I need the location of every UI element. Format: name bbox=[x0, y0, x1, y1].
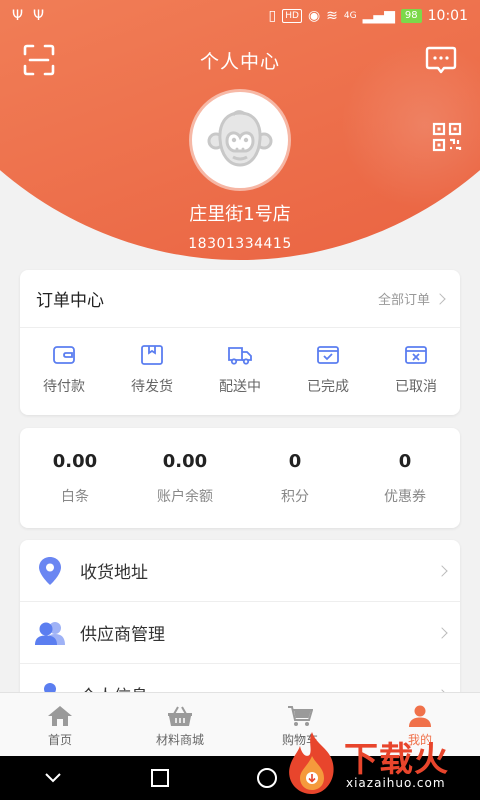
tab-label: 首页 bbox=[47, 733, 72, 747]
chevron-right-icon bbox=[434, 292, 446, 305]
location-pin-icon bbox=[34, 555, 66, 587]
asset-value: 0.00 bbox=[52, 450, 98, 472]
basket-icon bbox=[168, 706, 192, 726]
shop-name: 庄里街1号店 bbox=[189, 204, 291, 225]
order-item-label: 已取消 bbox=[395, 379, 437, 395]
usb-icon: Ψ bbox=[12, 8, 24, 24]
tab-materials-mall[interactable]: 材料商城 bbox=[120, 693, 240, 756]
asset-balance[interactable]: 0.00 账户余额 bbox=[135, 451, 235, 506]
home-circle-icon[interactable] bbox=[247, 758, 287, 798]
assets-card: 0.00 白条 0.00 账户余额 0 积分 0 优惠券 bbox=[20, 428, 460, 528]
order-completed[interactable]: 已完成 bbox=[288, 344, 368, 396]
all-orders-link[interactable]: 全部订单 bbox=[377, 289, 446, 308]
asset-value: 0 bbox=[288, 450, 302, 472]
profile-section: 庄里街1号店 18301334415 bbox=[0, 92, 480, 252]
order-pending-shipment[interactable]: 待发货 bbox=[112, 344, 192, 396]
message-icon[interactable] bbox=[424, 43, 458, 77]
tab-home[interactable]: 首页 bbox=[0, 693, 120, 756]
top-nav: 个人中心 bbox=[0, 40, 480, 80]
status-bar: Ψ Ψ ▯ HD ◉ ≋ 4G ▂▄▆ 98 10:01 bbox=[0, 0, 480, 32]
avatar[interactable] bbox=[192, 92, 288, 188]
asset-value: 0 bbox=[398, 450, 412, 472]
asset-points[interactable]: 0 积分 bbox=[245, 451, 345, 506]
order-pending-payment[interactable]: 待付款 bbox=[24, 344, 104, 396]
recents-icon[interactable] bbox=[140, 758, 180, 798]
asset-label: 白条 bbox=[61, 488, 89, 505]
all-orders-label: 全部订单 bbox=[377, 293, 430, 308]
menu-item-label: 收货地址 bbox=[80, 563, 148, 583]
wallet-icon bbox=[53, 346, 75, 364]
cancelled-icon bbox=[405, 346, 427, 364]
asset-iou[interactable]: 0.00 白条 bbox=[25, 451, 125, 506]
asset-value: 0.00 bbox=[162, 450, 208, 472]
asset-coupons[interactable]: 0 优惠券 bbox=[355, 451, 455, 506]
completed-icon bbox=[317, 346, 339, 364]
monkey-avatar-icon bbox=[207, 110, 273, 167]
order-center-header: 订单中心 全部订单 bbox=[20, 270, 460, 328]
order-item-label: 待发货 bbox=[131, 379, 173, 395]
watermark-title: 下载火 bbox=[344, 740, 449, 780]
scan-icon[interactable] bbox=[22, 43, 56, 77]
asset-label: 积分 bbox=[281, 488, 309, 505]
cart-icon bbox=[288, 706, 313, 726]
hd-badge: HD bbox=[282, 9, 302, 23]
home-icon bbox=[48, 706, 72, 726]
clock: 10:01 bbox=[427, 8, 468, 24]
users-icon bbox=[34, 617, 66, 649]
order-cancelled[interactable]: 已取消 bbox=[376, 344, 456, 396]
watermark: 下载火 xiazaihuo.com bbox=[282, 728, 478, 796]
order-item-label: 已完成 bbox=[307, 379, 349, 395]
asset-label: 账户余额 bbox=[157, 488, 213, 505]
vibrate-icon: ▯ bbox=[268, 8, 277, 24]
back-icon[interactable] bbox=[33, 758, 73, 798]
order-status-row: 待付款 待发货 配送中 已完成 已取消 bbox=[20, 328, 460, 396]
box-icon bbox=[141, 345, 163, 365]
chevron-right-icon bbox=[436, 626, 448, 639]
order-delivering[interactable]: 配送中 bbox=[200, 344, 280, 396]
watermark-url: xiazaihuo.com bbox=[346, 776, 446, 790]
order-item-label: 待付款 bbox=[43, 379, 85, 395]
chevron-right-icon bbox=[436, 564, 448, 577]
phone-number: 18301334415 bbox=[188, 236, 292, 252]
order-item-label: 配送中 bbox=[219, 379, 261, 395]
usb-icon: Ψ bbox=[33, 8, 45, 24]
settings-menu: 收货地址 供应商管理 个人信息 bbox=[20, 540, 460, 710]
page-title: 个人中心 bbox=[199, 50, 280, 73]
truck-icon bbox=[228, 347, 252, 365]
menu-item-address[interactable]: 收货地址 bbox=[20, 540, 460, 602]
menu-item-label: 供应商管理 bbox=[80, 625, 165, 645]
order-center-card: 订单中心 全部订单 待付款 待发货 配送中 已完成 已取消 bbox=[20, 270, 460, 415]
user-icon bbox=[409, 705, 431, 727]
asset-label: 优惠券 bbox=[384, 488, 426, 505]
menu-item-suppliers[interactable]: 供应商管理 bbox=[20, 602, 460, 664]
order-center-title: 订单中心 bbox=[36, 291, 104, 311]
tab-label: 材料商城 bbox=[155, 733, 204, 747]
wifi-icon: ≋ bbox=[326, 8, 338, 24]
signal-icon: ▂▄▆ bbox=[362, 8, 395, 24]
network-type: 4G bbox=[343, 11, 357, 21]
battery-indicator: 98 bbox=[400, 9, 422, 23]
eye-icon: ◉ bbox=[307, 8, 321, 24]
flame-logo-icon bbox=[289, 732, 334, 794]
